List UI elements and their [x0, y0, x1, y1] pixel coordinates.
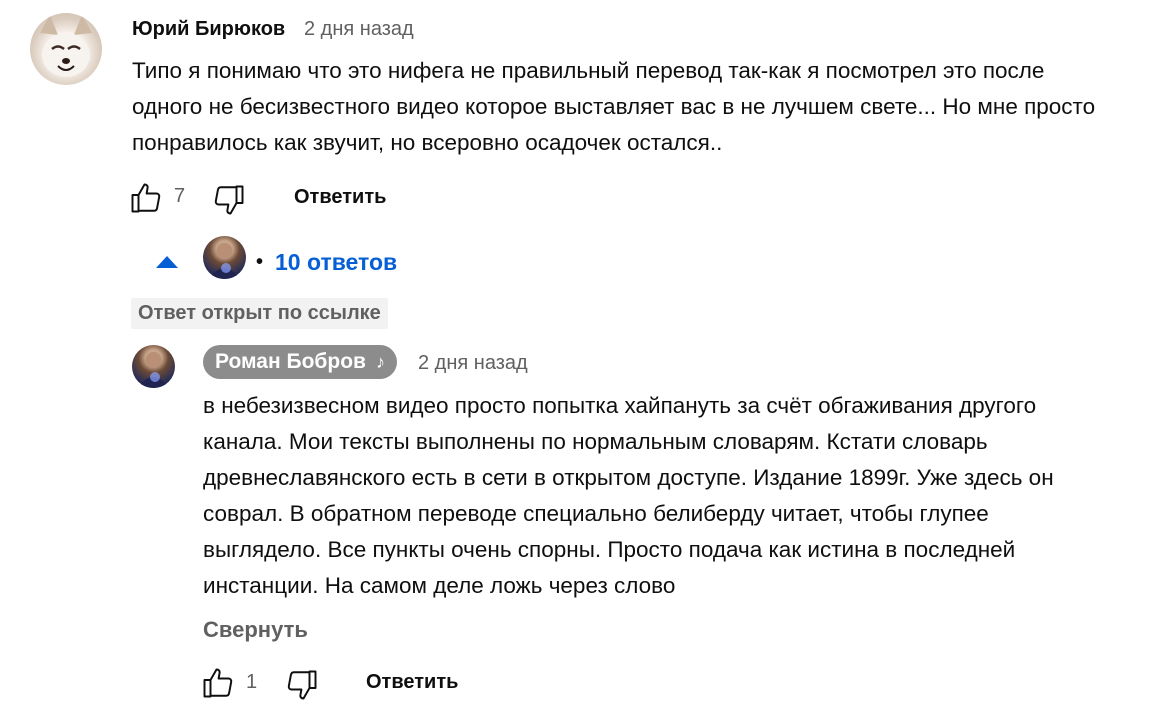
thumbs-down-icon — [211, 182, 247, 218]
thumbs-down-icon — [284, 667, 320, 703]
channel-owner-chip[interactable]: Роман Бобров ♪ — [203, 345, 397, 379]
comment-author[interactable]: Юрий Бирюков — [132, 18, 285, 41]
music-note-icon: ♪ — [375, 351, 385, 372]
replies-separator: • — [256, 251, 264, 273]
reply-like-button[interactable] — [200, 665, 236, 701]
comment-timestamp[interactable]: 2 дня назад — [304, 18, 414, 41]
reply-author: Роман Бобров — [215, 350, 366, 373]
dislike-button[interactable] — [211, 182, 247, 218]
replies-count-link[interactable]: 10 ответов — [275, 249, 397, 276]
like-count: 7 — [174, 185, 186, 207]
collapse-button[interactable]: Свернуть — [203, 617, 308, 643]
reply-button[interactable]: Ответить — [294, 186, 386, 209]
reply-reply-button[interactable]: Ответить — [366, 671, 458, 694]
thumbs-up-icon — [128, 180, 164, 216]
commenter-avatar[interactable] — [30, 13, 102, 85]
reply-text: в небезизвесном видео просто попытка хай… — [203, 393, 1054, 598]
comment-text: Типо я понимаю что это нифега не правиль… — [132, 58, 1096, 155]
linked-reply-badge: Ответ открыт по ссылке — [131, 298, 388, 329]
reply-author-avatar[interactable] — [132, 345, 175, 388]
collapse-replies-arrow-icon[interactable] — [156, 256, 178, 268]
like-button[interactable] — [128, 180, 164, 216]
reply-author-avatar-small — [203, 236, 246, 279]
reply-dislike-button[interactable] — [284, 667, 320, 703]
reply-like-count: 1 — [246, 671, 258, 693]
reply-timestamp[interactable]: 2 дня назад — [418, 352, 528, 375]
thumbs-up-icon — [200, 665, 236, 701]
